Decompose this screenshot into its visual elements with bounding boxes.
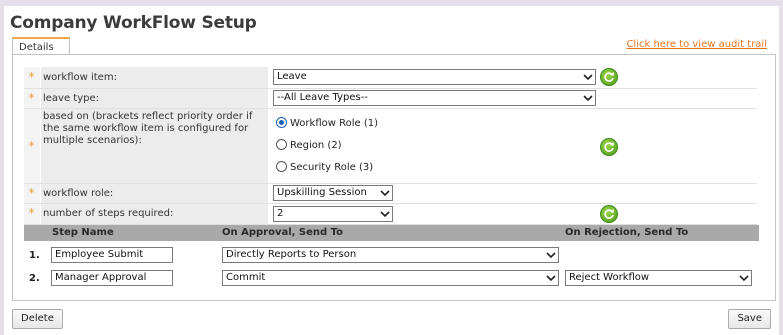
refresh-icon[interactable] bbox=[600, 138, 618, 156]
approval-select[interactable]: Directly Reports to Person bbox=[222, 247, 559, 263]
workflow-role-row: * workflow role: Upskilling Session bbox=[24, 184, 757, 204]
col-approval: On Approval, Send To bbox=[222, 227, 344, 238]
radio-button[interactable] bbox=[276, 161, 287, 172]
leave-type-row: * leave type: --All Leave Types-- bbox=[24, 89, 757, 109]
leave-type-label: leave type: bbox=[41, 89, 268, 108]
required-marker: * bbox=[28, 139, 35, 153]
workflow-item-label: workflow item: bbox=[41, 67, 268, 88]
refresh-icon[interactable] bbox=[600, 68, 618, 86]
col-rejection: On Rejection, Send To bbox=[565, 227, 689, 238]
col-step-name: Step Name bbox=[52, 227, 114, 238]
approval-select[interactable]: Commit bbox=[222, 270, 559, 286]
radio-button[interactable] bbox=[276, 139, 287, 150]
chevron-down-icon bbox=[546, 275, 556, 282]
based-on-row: * based on (brackets reflect priority or… bbox=[24, 109, 757, 184]
audit-trail-link[interactable]: Click here to view audit trail bbox=[626, 39, 767, 50]
radio-workflow-role[interactable]: Workflow Role (1) bbox=[276, 117, 378, 129]
chevron-down-icon bbox=[739, 275, 749, 282]
steps-required-label: number of steps required: bbox=[41, 204, 268, 224]
chevron-down-icon bbox=[583, 95, 593, 102]
workflow-setup-page: Company WorkFlow Setup Details Click her… bbox=[4, 6, 779, 335]
page-title: Company WorkFlow Setup bbox=[10, 13, 257, 33]
refresh-icon[interactable] bbox=[600, 205, 618, 223]
radio-security-role[interactable]: Security Role (3) bbox=[276, 161, 373, 173]
workflow-role-select[interactable]: Upskilling Session bbox=[273, 185, 393, 201]
required-marker: * bbox=[28, 186, 35, 200]
chevron-down-icon bbox=[546, 252, 556, 259]
delete-button[interactable]: Delete bbox=[12, 309, 63, 329]
radio-button-selected[interactable] bbox=[276, 117, 287, 128]
leave-type-select[interactable]: --All Leave Types-- bbox=[273, 90, 596, 106]
step-name-input[interactable]: Employee Submit bbox=[51, 247, 173, 263]
chevron-down-icon bbox=[380, 190, 390, 197]
steps-table-header: Step Name On Approval, Send To On Reject… bbox=[24, 225, 759, 241]
steps-required-select[interactable]: 2 bbox=[273, 206, 393, 222]
rejection-select[interactable]: Reject Workflow bbox=[565, 270, 752, 286]
based-on-label: based on (brackets reflect priority orde… bbox=[41, 109, 268, 183]
radio-region[interactable]: Region (2) bbox=[276, 139, 342, 151]
steps-required-row: * number of steps required: 2 bbox=[24, 204, 757, 225]
tab-details[interactable]: Details bbox=[12, 37, 70, 55]
workflow-item-select[interactable]: Leave bbox=[273, 69, 596, 85]
save-button[interactable]: Save bbox=[728, 309, 771, 329]
step-number: 1. bbox=[29, 250, 40, 261]
step-name-input[interactable]: Manager Approval bbox=[51, 270, 173, 286]
details-panel: * workflow item: Leave * leave type: --A… bbox=[12, 54, 776, 301]
workflow-role-label: workflow role: bbox=[41, 184, 268, 203]
required-marker: * bbox=[28, 70, 35, 84]
required-marker: * bbox=[28, 206, 35, 220]
required-marker: * bbox=[28, 91, 35, 105]
chevron-down-icon bbox=[583, 74, 593, 81]
chevron-down-icon bbox=[380, 211, 390, 218]
workflow-item-row: * workflow item: Leave bbox=[24, 67, 757, 89]
step-number: 2. bbox=[29, 273, 40, 284]
